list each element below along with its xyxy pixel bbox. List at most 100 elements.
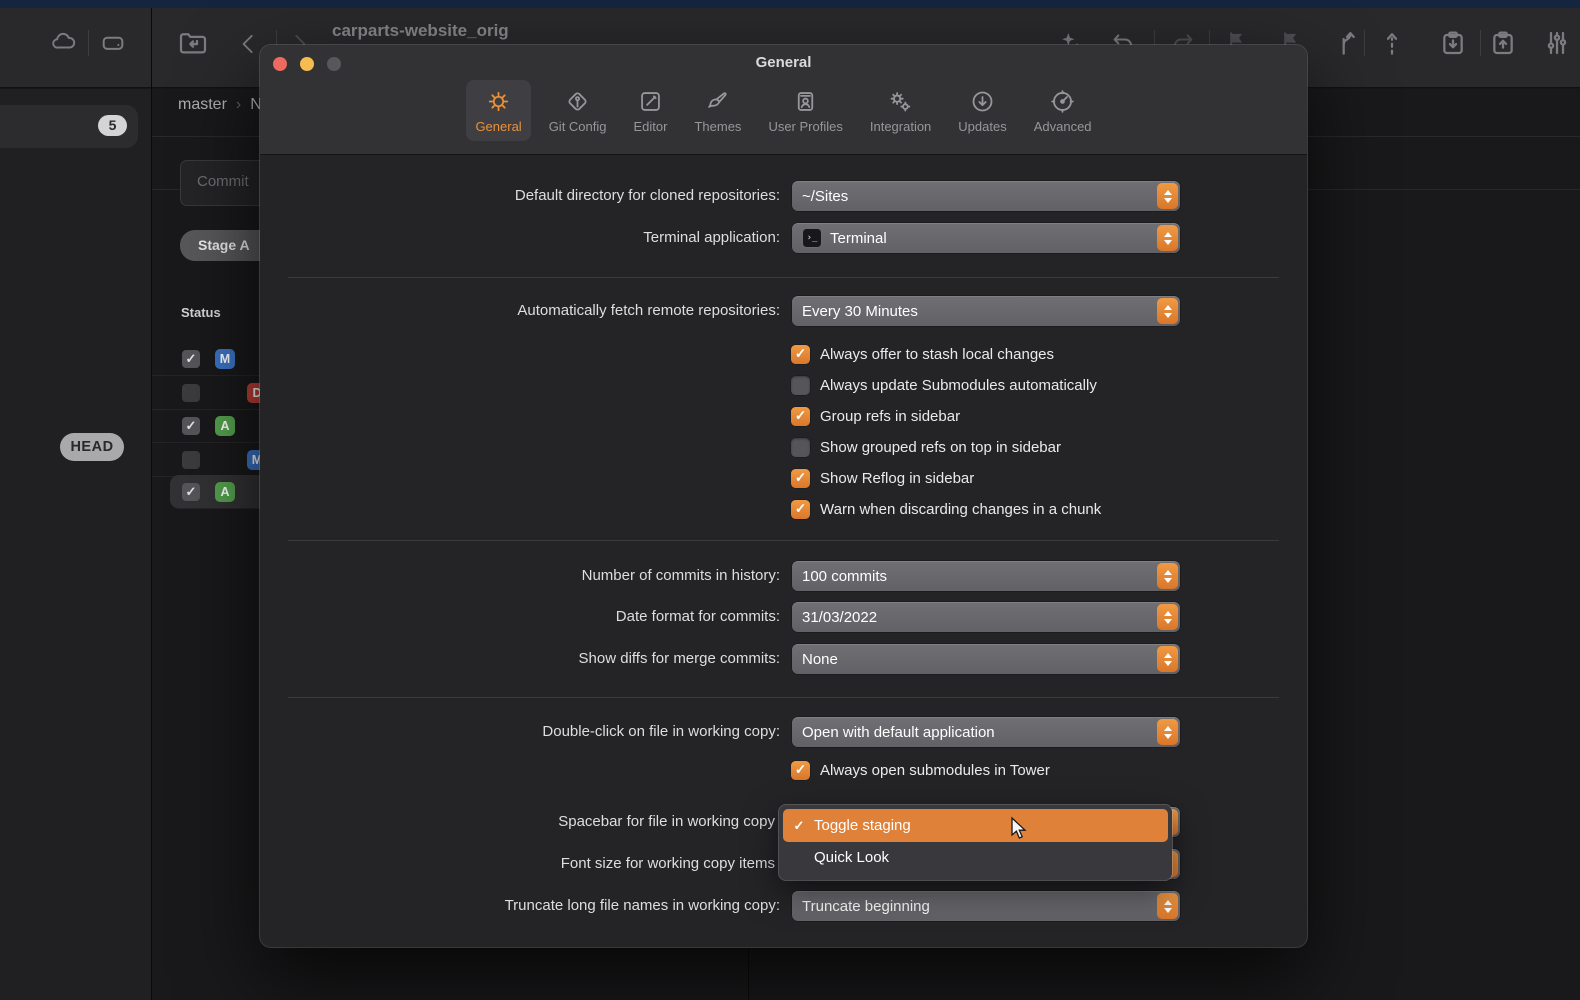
- tab-integration[interactable]: Integration: [861, 80, 940, 141]
- select-value: Terminal: [830, 230, 887, 247]
- double-click-select[interactable]: Open with default application: [792, 717, 1180, 747]
- stash-save-clipboard-icon[interactable]: [1436, 25, 1470, 61]
- checkbox-checked[interactable]: [791, 500, 810, 519]
- select-stepper-icon[interactable]: [1157, 646, 1178, 672]
- id-card-icon: [792, 88, 819, 115]
- option-row[interactable]: Show Reflog in sidebar: [791, 468, 974, 488]
- tab-label: Advanced: [1034, 119, 1092, 134]
- section-divider: [288, 277, 1279, 278]
- field-label: Default directory for cloned repositorie…: [515, 181, 780, 211]
- gears-icon: [887, 88, 914, 115]
- dialog-title: General: [260, 54, 1307, 71]
- merge-diffs-select[interactable]: None: [792, 644, 1180, 674]
- stage-checkbox[interactable]: [182, 384, 200, 402]
- option-row[interactable]: Always offer to stash local changes: [791, 344, 1054, 364]
- field-label: Show diffs for merge commits:: [579, 644, 780, 674]
- head-badge: HEAD: [60, 433, 124, 461]
- select-stepper-icon[interactable]: [1157, 298, 1178, 324]
- git-icon: [564, 88, 591, 115]
- field-label: Double-click on file in working copy:: [542, 717, 780, 747]
- pencil-square-icon: [637, 88, 664, 115]
- select-stepper-icon[interactable]: [1157, 604, 1178, 630]
- section-divider: [288, 540, 1279, 541]
- status-section-header: Status: [181, 305, 221, 320]
- tab-user-profiles[interactable]: User Profiles: [759, 80, 851, 141]
- chevron-right-icon: ›: [236, 96, 241, 114]
- field-label: Font size for working copy items: [561, 849, 775, 879]
- gear-icon: [485, 88, 512, 115]
- dial-gear-icon: [1049, 88, 1076, 115]
- tab-label: Updates: [958, 119, 1006, 134]
- cloud-services-icon[interactable]: [47, 28, 81, 58]
- commit-count-select[interactable]: 100 commits: [792, 561, 1180, 591]
- date-format-select[interactable]: 31/03/2022: [792, 602, 1180, 632]
- checkbox-checked[interactable]: [791, 345, 810, 364]
- stage-checkbox[interactable]: ✓: [182, 483, 200, 501]
- select-stepper-icon[interactable]: [1157, 225, 1178, 251]
- tab-git-config[interactable]: Git Config: [540, 80, 616, 141]
- select-value: 31/03/2022: [802, 609, 877, 626]
- minimize-button[interactable]: [300, 57, 314, 71]
- select-stepper-icon[interactable]: [1157, 183, 1178, 209]
- breadcrumb[interactable]: master › N: [178, 96, 262, 114]
- option-row[interactable]: Warn when discarding changes in a chunk: [791, 499, 1101, 519]
- option-row[interactable]: Group refs in sidebar: [791, 406, 960, 426]
- option-row[interactable]: Show grouped refs on top in sidebar: [791, 437, 1061, 457]
- checkbox-checked[interactable]: [791, 469, 810, 488]
- checkbox-label: Group refs in sidebar: [820, 408, 960, 425]
- tab-themes[interactable]: Themes: [685, 80, 750, 141]
- field-label: Spacebar for file in working copy: [558, 807, 775, 837]
- option-row[interactable]: Always open submodules in Tower: [791, 760, 1050, 780]
- stage-checkbox[interactable]: [182, 451, 200, 469]
- stage-checkbox[interactable]: ✓: [182, 350, 200, 368]
- divider: [88, 30, 89, 56]
- tab-advanced[interactable]: Advanced: [1025, 80, 1101, 141]
- open-working-copy-icon[interactable]: [176, 26, 210, 60]
- checkbox-unchecked[interactable]: [791, 438, 810, 457]
- terminal-application-select[interactable]: ›_ Terminal: [792, 223, 1180, 253]
- checkbox-checked[interactable]: [791, 761, 810, 780]
- select-value: ~/Sites: [802, 188, 848, 205]
- truncate-select[interactable]: Truncate beginning: [792, 891, 1180, 921]
- tab-general[interactable]: General: [466, 80, 530, 141]
- checkbox-label: Always open submodules in Tower: [820, 762, 1050, 779]
- close-button[interactable]: [273, 57, 287, 71]
- branch-name[interactable]: master: [178, 96, 227, 114]
- field-label: Truncate long file names in working copy…: [505, 891, 780, 921]
- default-directory-select[interactable]: ~/Sites: [792, 181, 1180, 211]
- select-stepper-icon[interactable]: [1157, 719, 1178, 745]
- tab-label: Integration: [870, 119, 931, 134]
- checkbox-label: Show grouped refs on top in sidebar: [820, 439, 1061, 456]
- tab-editor[interactable]: Editor: [625, 80, 677, 141]
- back-icon[interactable]: [236, 29, 262, 59]
- filters-sliders-icon[interactable]: [1540, 26, 1574, 60]
- rebase-icon[interactable]: [1375, 26, 1409, 60]
- preferences-dialog: General General Git Config Editor Themes…: [260, 45, 1307, 947]
- sidebar-divider: [151, 8, 152, 1000]
- menu-item-quick-look[interactable]: Quick Look: [783, 842, 1168, 873]
- tab-updates[interactable]: Updates: [949, 80, 1015, 141]
- checkbox-label: Always update Submodules automatically: [820, 377, 1097, 394]
- status-badge-modified: M: [215, 349, 235, 369]
- checkbox-label: Warn when discarding changes in a chunk: [820, 501, 1101, 518]
- option-row[interactable]: Always update Submodules automatically: [791, 375, 1097, 395]
- menu-item-toggle-staging[interactable]: ✓ Toggle staging: [783, 809, 1168, 842]
- menu-item-label: Toggle staging: [814, 817, 911, 834]
- local-repositories-icon[interactable]: [96, 28, 130, 58]
- stash-pop-clipboard-icon[interactable]: [1486, 25, 1520, 61]
- divider: [1480, 30, 1481, 56]
- spacebar-popup-menu: ✓ Toggle staging Quick Look: [779, 805, 1172, 880]
- merge-icon[interactable]: [1330, 26, 1364, 60]
- checkbox-unchecked[interactable]: [791, 376, 810, 395]
- checkbox-checked[interactable]: [791, 407, 810, 426]
- menubar-strip: [0, 0, 1580, 8]
- auto-fetch-select[interactable]: Every 30 Minutes: [792, 296, 1180, 326]
- stage-checkbox[interactable]: ✓: [182, 417, 200, 435]
- select-stepper-icon[interactable]: [1157, 893, 1178, 919]
- select-stepper-icon[interactable]: [1157, 563, 1178, 589]
- select-value: Every 30 Minutes: [802, 303, 918, 320]
- section-divider: [288, 697, 1279, 698]
- file-count-badge: 5: [98, 115, 127, 136]
- menu-item-label: Quick Look: [814, 849, 889, 866]
- status-badge-added: A: [215, 416, 235, 436]
